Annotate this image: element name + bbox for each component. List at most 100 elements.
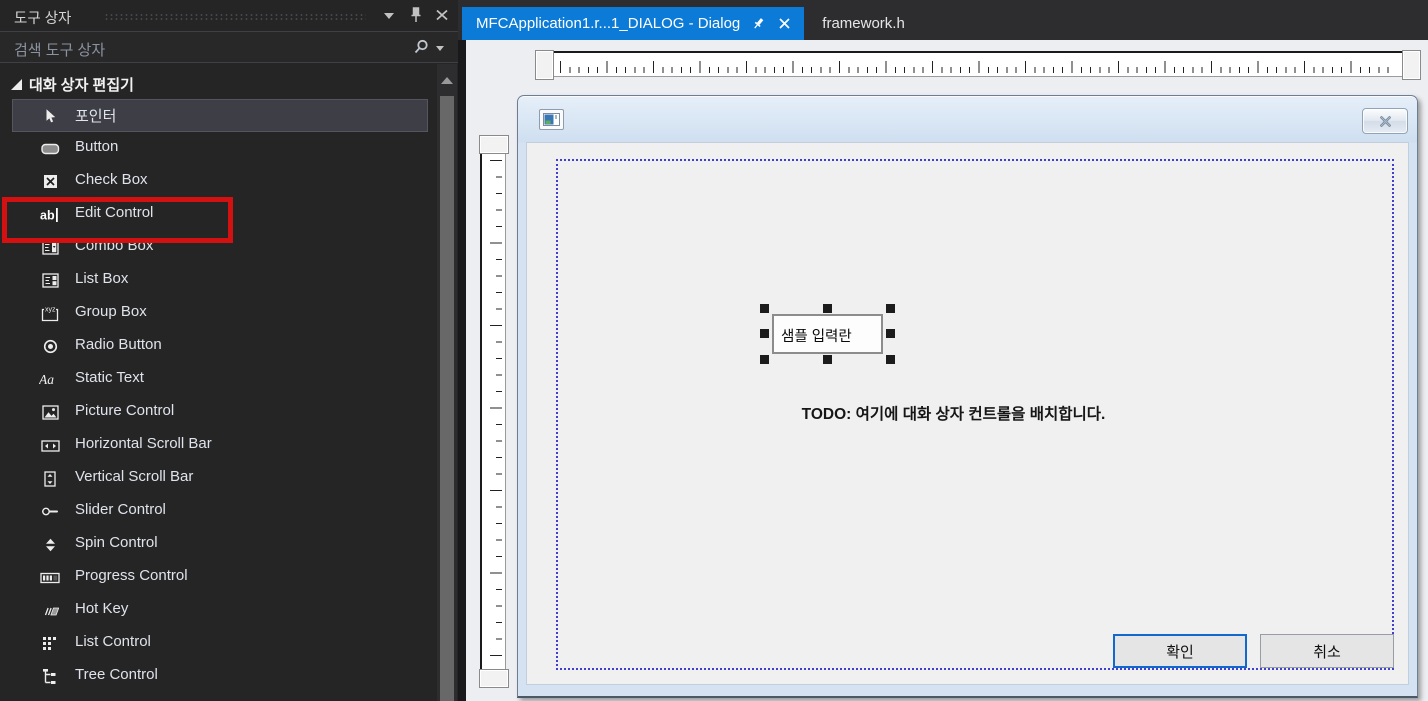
toolbox-titlebar: 도구 상자 <box>0 0 458 31</box>
close-icon[interactable] <box>434 6 450 24</box>
dialog-editor-canvas: 샘플 입력란 TODO: 여기에 대화 상자 컨트롤을 배치합니다. 확인 취소 <box>466 40 1428 701</box>
toolbox-scrollbar[interactable] <box>437 64 457 701</box>
picture-control-icon <box>38 404 62 422</box>
selection-handle[interactable] <box>886 355 895 364</box>
horizontal-ruler <box>535 50 1421 80</box>
toolbox-item-label: Hot Key <box>75 600 129 617</box>
scrollbar-thumb[interactable] <box>440 96 454 701</box>
toolbox-item-label: Picture Control <box>75 402 175 419</box>
toolbox-item-label: Group Box <box>75 303 147 320</box>
toolbox-item-label: List Box <box>75 270 129 287</box>
ok-button[interactable]: 확인 <box>1113 634 1247 668</box>
toolbox-item-label: Slider Control <box>75 501 166 518</box>
toolbox-item-hot-key[interactable]: Hot Key <box>0 594 437 627</box>
svg-text:xyz: xyz <box>45 307 56 314</box>
toolbox-item-slider-control[interactable]: Slider Control <box>0 495 437 528</box>
ruler-end-box[interactable] <box>1402 50 1421 80</box>
selection-handle[interactable] <box>760 329 769 338</box>
tab-close-icon[interactable] <box>776 16 792 32</box>
svg-text:Aa: Aa <box>39 372 54 387</box>
toolbox-item-label: Spin Control <box>75 534 158 551</box>
progress-control-icon <box>38 569 62 587</box>
list-control-icon <box>38 635 62 653</box>
toolbox-item-label: Check Box <box>75 171 148 188</box>
selection-handle[interactable] <box>760 355 769 364</box>
group-box-icon: xyz <box>38 305 62 323</box>
tab-label: MFCApplication1.r...1_DIALOG - Dialog <box>476 15 741 32</box>
tab-framework-h[interactable]: framework.h <box>804 7 923 40</box>
toolbox-title: 도구 상자 <box>14 11 72 27</box>
toolbox-item-check-box[interactable]: Check Box <box>0 165 437 198</box>
toolbox-item-tree-control[interactable]: Tree Control <box>0 660 437 693</box>
dialog-design-surface[interactable]: 샘플 입력란 TODO: 여기에 대화 상자 컨트롤을 배치합니다. 확인 취소 <box>517 95 1418 698</box>
vertical-ruler <box>479 135 509 688</box>
tab-dialog-resource[interactable]: MFCApplication1.r...1_DIALOG - Dialog <box>462 7 805 40</box>
search-icon[interactable] <box>412 38 430 61</box>
slider-control-icon <box>38 503 62 521</box>
toolbox-item-progress-control[interactable]: Progress Control <box>0 561 437 594</box>
toolbox-item-list: 포인터 Button Check Box ab Edit Control Combo Bo… <box>0 99 437 693</box>
tab-label: framework.h <box>822 15 905 32</box>
toolbox-item-static-text[interactable]: Aa Static Text <box>0 363 437 396</box>
toolbox-item-group-box[interactable]: xyz Group Box <box>0 297 437 330</box>
document-well: MFCApplication1.r...1_DIALOG - Dialog fr… <box>458 0 1428 701</box>
tree-control-icon <box>38 668 62 686</box>
dialog-client-area[interactable]: 샘플 입력란 TODO: 여기에 대화 상자 컨트롤을 배치합니다. 확인 취소 <box>526 142 1409 685</box>
ruler-origin-box[interactable] <box>535 50 554 80</box>
selection-handle[interactable] <box>886 329 895 338</box>
toolbox-group-label: 대화 상자 편집기 <box>29 77 134 94</box>
toolbox-item-pointer[interactable]: 포인터 <box>12 99 428 132</box>
dialog-system-icon <box>539 109 564 130</box>
search-placeholder: 검색 도구 상자 <box>14 42 106 59</box>
window-position-menu-icon[interactable] <box>384 13 394 19</box>
hot-key-icon <box>38 602 62 620</box>
list-box-icon <box>38 272 62 290</box>
edit-control-selected[interactable]: 샘플 입력란 <box>760 304 895 364</box>
toolbox-item-spin-control[interactable]: Spin Control <box>0 528 437 561</box>
tab-bar: MFCApplication1.r...1_DIALOG - Dialog fr… <box>458 0 1428 40</box>
radio-button-icon <box>38 338 62 356</box>
edit-control-text: 샘플 입력란 <box>781 329 852 345</box>
ruler-origin-box[interactable] <box>479 135 509 154</box>
toolbox-panel: 도구 상자 검색 도구 상자 대화 상자 편집기 포인터 Button Check … <box>0 0 458 701</box>
toolbox-item-list-box[interactable]: List Box <box>0 264 437 297</box>
toolbox-item-label: List Control <box>75 633 151 650</box>
toolbox-item-label: Static Text <box>75 369 144 386</box>
visual-studio-window: 도구 상자 검색 도구 상자 대화 상자 편집기 포인터 Button Check … <box>0 0 1428 701</box>
selection-handle[interactable] <box>822 304 832 313</box>
toolbox-item-label: Vertical Scroll Bar <box>75 468 194 485</box>
toolbox-item-label: Tree Control <box>75 666 158 683</box>
pointer-icon <box>38 107 62 125</box>
check-box-icon <box>38 173 62 191</box>
toolbox-item-horizontal-scroll-bar[interactable]: Horizontal Scroll Bar <box>0 429 437 462</box>
selection-handle[interactable] <box>760 304 769 313</box>
selection-handle[interactable] <box>822 355 832 364</box>
toolbox-item-label: Horizontal Scroll Bar <box>75 435 212 452</box>
selection-handle[interactable] <box>886 304 895 313</box>
cancel-button[interactable]: 취소 <box>1260 634 1394 668</box>
tab-pin-icon[interactable] <box>750 16 766 32</box>
toolbox-item-button[interactable]: Button <box>0 132 437 165</box>
button-icon <box>38 140 62 158</box>
group-expander-icon[interactable] <box>11 79 22 90</box>
scroll-up-icon[interactable] <box>441 77 453 84</box>
toolbox-item-vertical-scroll-bar[interactable]: Vertical Scroll Bar <box>0 462 437 495</box>
spin-control-icon <box>38 536 62 554</box>
todo-static-text[interactable]: TODO: 여기에 대화 상자 컨트롤을 배치합니다. <box>527 402 1380 424</box>
toolbox-item-picture-control[interactable]: Picture Control <box>0 396 437 429</box>
toolbox-group-dialog-editor[interactable]: 대화 상자 편집기 <box>0 70 437 98</box>
toolbox-search-input[interactable]: 검색 도구 상자 <box>0 31 458 63</box>
toolbox-item-radio-button[interactable]: Radio Button <box>0 330 437 363</box>
toolbox-item-label: Radio Button <box>75 336 162 353</box>
dialog-close-button[interactable] <box>1362 108 1408 134</box>
panel-drag-grip[interactable] <box>104 13 366 20</box>
toolbox-item-label: Button <box>75 138 119 155</box>
search-options-caret-icon[interactable] <box>436 46 444 51</box>
ruler-end-box[interactable] <box>479 669 509 688</box>
highlight-annotation-box <box>2 197 233 243</box>
toolbox-item-label: 포인터 <box>75 108 117 125</box>
toolbox-item-list-control[interactable]: List Control <box>0 627 437 660</box>
pin-icon[interactable] <box>408 6 424 24</box>
static-text-icon: Aa <box>38 371 62 389</box>
vertical-scroll-bar-icon <box>38 470 62 488</box>
